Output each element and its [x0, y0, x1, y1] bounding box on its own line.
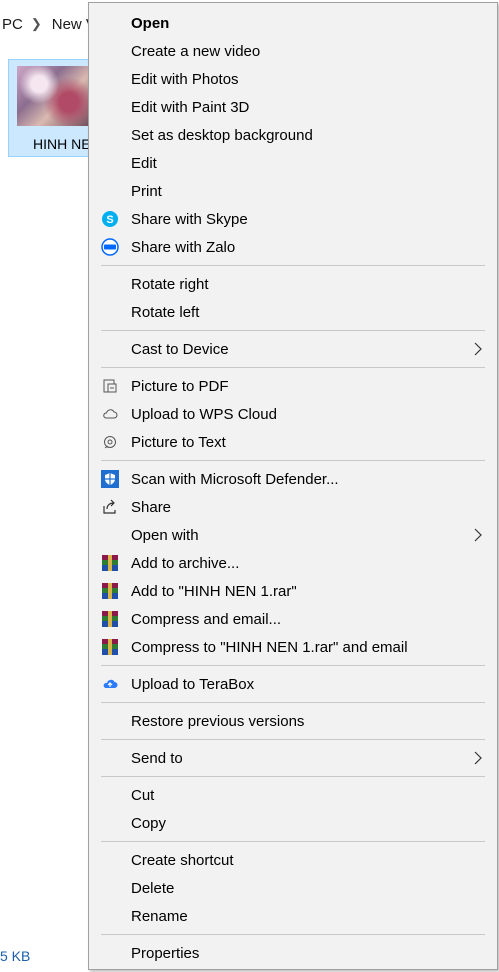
menu-separator — [101, 739, 485, 740]
menu-item-label: Add to archive... — [131, 554, 240, 572]
shield-icon — [101, 470, 119, 488]
cloud-icon — [101, 405, 119, 423]
menu-item-label: Edit with Paint 3D — [131, 98, 250, 116]
menu-separator — [101, 367, 485, 368]
menu-item-label: Cast to Device — [131, 340, 229, 358]
menu-item-open-with[interactable]: Open with — [89, 521, 497, 549]
menu-item-label: Upload to TeraBox — [131, 675, 255, 693]
menu-item-label: Rotate right — [131, 275, 209, 293]
menu-item-edit-paint3d[interactable]: Edit with Paint 3D — [89, 93, 497, 121]
chevron-right-icon: ❯ — [30, 16, 42, 31]
menu-item-copy[interactable]: Copy — [89, 809, 497, 837]
menu-item-label: Restore previous versions — [131, 712, 305, 730]
menu-item-scan-defender[interactable]: Scan with Microsoft Defender... — [89, 465, 497, 493]
menu-item-label: Open with — [131, 526, 199, 544]
menu-item-rotate-right[interactable]: Rotate right — [89, 270, 497, 298]
menu-item-label: Delete — [131, 879, 175, 897]
breadcrumb: PC ❯ New V — [0, 12, 98, 36]
menu-item-label: Send to — [131, 749, 183, 767]
menu-item-create-video[interactable]: Create a new video — [89, 37, 497, 65]
menu-item-cut[interactable]: Cut — [89, 781, 497, 809]
winrar-icon — [101, 638, 119, 656]
menu-item-label: Add to "HINH NEN 1.rar" — [131, 582, 297, 600]
menu-item-label: Picture to Text — [131, 433, 226, 451]
menu-item-label: Scan with Microsoft Defender... — [131, 470, 339, 488]
menu-item-label: Rename — [131, 907, 188, 925]
zalo-icon — [101, 238, 119, 256]
picture-to-text-icon — [101, 433, 119, 451]
chevron-right-icon — [474, 751, 482, 765]
menu-item-label: Share — [131, 498, 172, 516]
menu-separator — [101, 265, 485, 266]
menu-item-send-to[interactable]: Send to — [89, 744, 497, 772]
context-menu: Open Create a new video Edit with Photos… — [88, 2, 498, 970]
menu-item-upload-wps[interactable]: Upload to WPS Cloud — [89, 400, 497, 428]
status-size: 5 KB — [0, 948, 31, 964]
picture-to-pdf-icon — [101, 377, 119, 395]
menu-item-label: Copy — [131, 814, 167, 832]
menu-item-restore[interactable]: Restore previous versions — [89, 707, 497, 735]
menu-item-rotate-left[interactable]: Rotate left — [89, 298, 497, 326]
menu-item-label: Share with Skype — [131, 210, 248, 228]
chevron-right-icon — [474, 528, 482, 542]
menu-item-label: Rotate left — [131, 303, 200, 321]
menu-item-label: Compress and email... — [131, 610, 282, 628]
svg-text:S: S — [106, 214, 113, 226]
menu-separator — [101, 330, 485, 331]
winrar-icon — [101, 582, 119, 600]
menu-item-label: Upload to WPS Cloud — [131, 405, 277, 423]
breadcrumb-item-pc[interactable]: PC — [0, 16, 25, 33]
menu-item-edit[interactable]: Edit — [89, 149, 497, 177]
share-icon — [101, 498, 119, 516]
menu-item-picture-text[interactable]: Picture to Text — [89, 428, 497, 456]
winrar-icon — [101, 610, 119, 628]
skype-icon: S — [101, 210, 119, 228]
menu-item-print[interactable]: Print — [89, 177, 497, 205]
menu-item-share[interactable]: Share — [89, 493, 497, 521]
menu-item-delete[interactable]: Delete — [89, 874, 497, 902]
menu-item-label: Edit — [131, 154, 157, 172]
menu-item-label: Edit with Photos — [131, 70, 239, 88]
menu-separator — [101, 460, 485, 461]
menu-item-properties[interactable]: Properties — [89, 939, 497, 967]
file-name: HINH NEN — [33, 136, 97, 152]
menu-item-compress-rar-email[interactable]: Compress to "HINH NEN 1.rar" and email — [89, 633, 497, 661]
menu-item-upload-terabox[interactable]: Upload to TeraBox — [89, 670, 497, 698]
menu-separator — [101, 665, 485, 666]
chevron-right-icon — [474, 342, 482, 356]
image-thumbnail — [17, 66, 91, 126]
menu-item-add-archive[interactable]: Add to archive... — [89, 549, 497, 577]
menu-item-label: Compress to "HINH NEN 1.rar" and email — [131, 638, 408, 656]
menu-item-open[interactable]: Open — [89, 9, 497, 37]
menu-item-create-shortcut[interactable]: Create shortcut — [89, 846, 497, 874]
menu-separator — [101, 841, 485, 842]
menu-item-add-rar[interactable]: Add to "HINH NEN 1.rar" — [89, 577, 497, 605]
menu-item-label: Create shortcut — [131, 851, 234, 869]
menu-item-label: Create a new video — [131, 42, 261, 60]
menu-item-label: Set as desktop background — [131, 126, 313, 144]
menu-item-label: Print — [131, 182, 162, 200]
menu-item-rename[interactable]: Rename — [89, 902, 497, 930]
menu-item-set-background[interactable]: Set as desktop background — [89, 121, 497, 149]
menu-item-label: Cut — [131, 786, 155, 804]
menu-item-label: Share with Zalo — [131, 238, 236, 256]
terabox-icon — [101, 675, 119, 693]
menu-separator — [101, 702, 485, 703]
menu-item-share-zalo[interactable]: Share with Zalo — [89, 233, 497, 261]
menu-item-compress-email[interactable]: Compress and email... — [89, 605, 497, 633]
menu-item-label: Open — [131, 14, 170, 32]
menu-separator — [101, 776, 485, 777]
file-tile[interactable]: HINH NEN — [8, 59, 98, 157]
menu-separator — [101, 934, 485, 935]
menu-item-label: Properties — [131, 944, 200, 962]
menu-item-cast[interactable]: Cast to Device — [89, 335, 497, 363]
menu-item-picture-pdf[interactable]: Picture to PDF — [89, 372, 497, 400]
winrar-icon — [101, 554, 119, 572]
menu-item-label: Picture to PDF — [131, 377, 229, 395]
menu-item-share-skype[interactable]: S Share with Skype — [89, 205, 497, 233]
menu-item-edit-photos[interactable]: Edit with Photos — [89, 65, 497, 93]
